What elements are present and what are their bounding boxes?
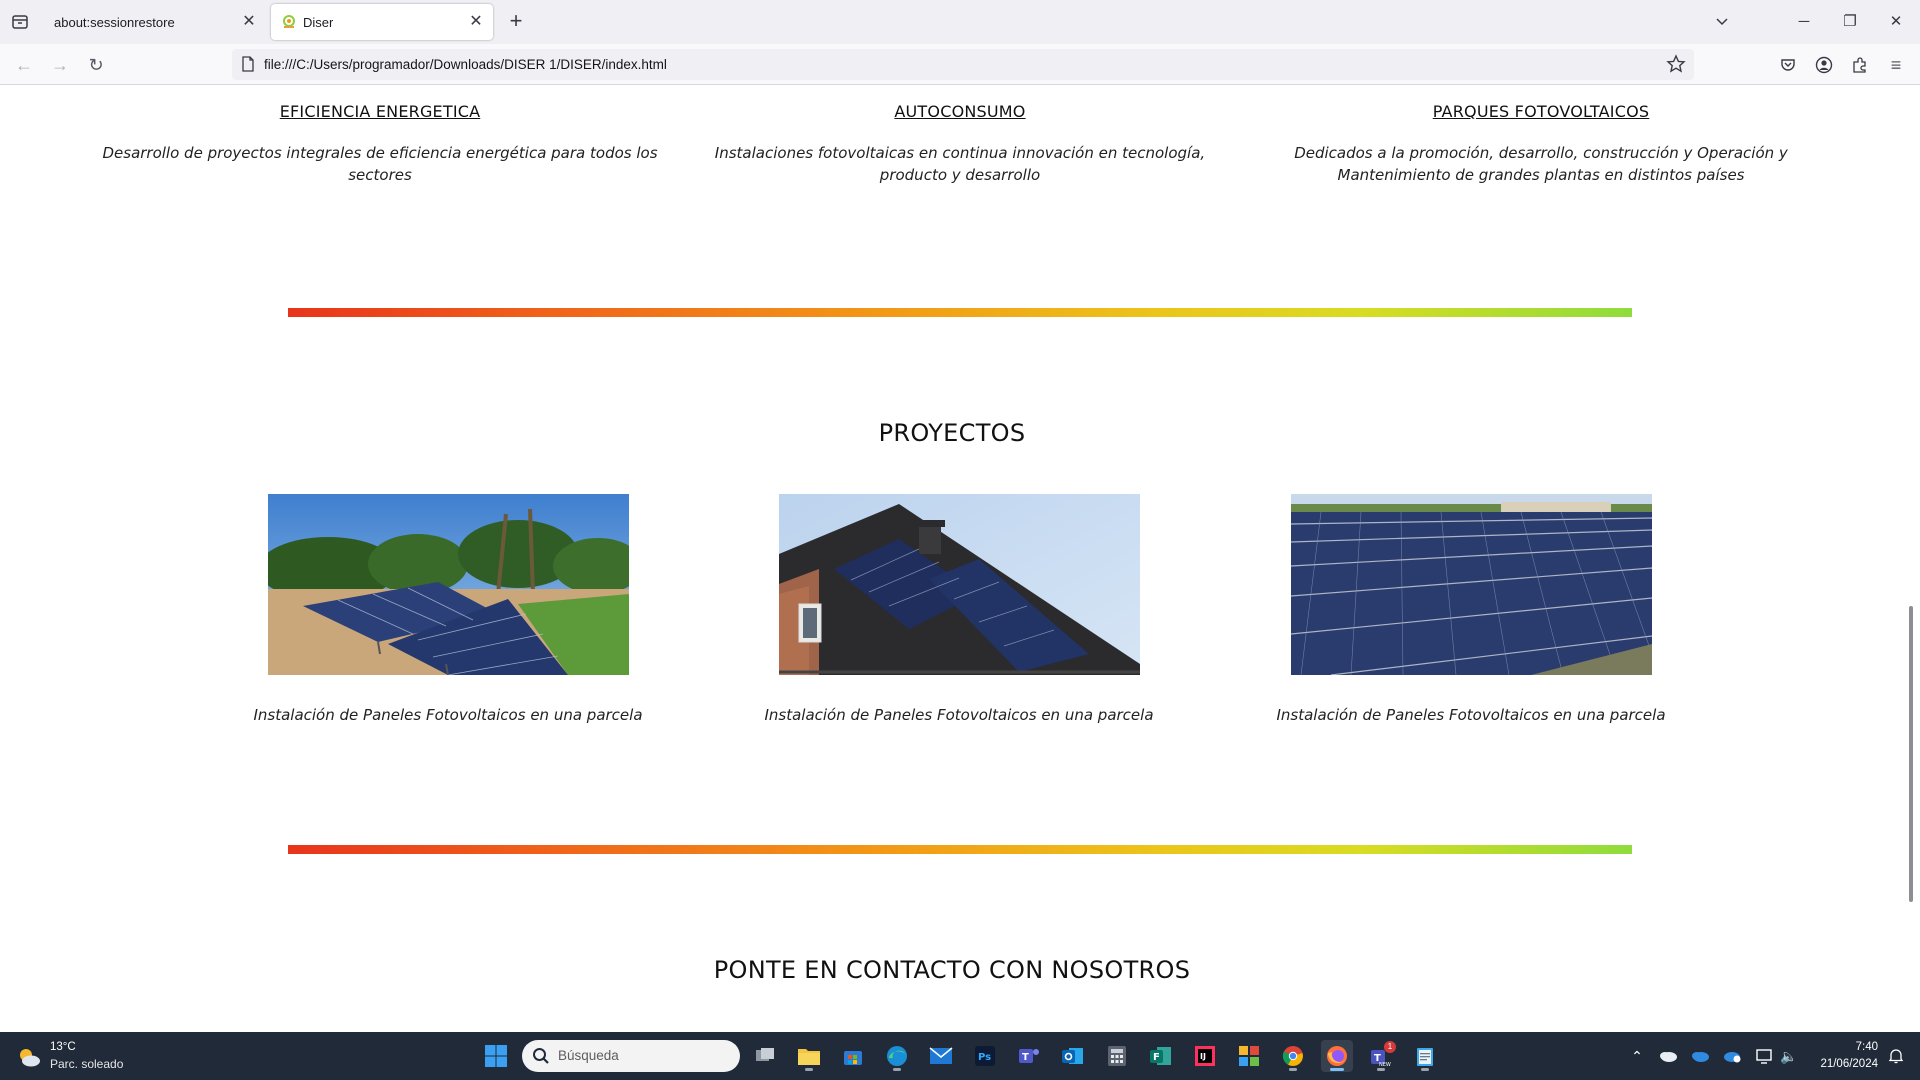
task-view-icon[interactable] <box>749 1040 781 1072</box>
browser-tab-bar: about:sessionrestore ✕ Diser ✕ + ─ ❐ ✕ <box>0 0 1920 44</box>
browser-nav-bar: ← → ↻ file:///C:/Users/programador/Downl… <box>0 44 1920 85</box>
running-indicator <box>1330 1068 1344 1071</box>
back-arrow-icon[interactable]: ← <box>12 53 36 77</box>
account-icon[interactable] <box>1812 53 1836 77</box>
scrollbar-thumb[interactable] <box>1909 606 1913 902</box>
window-close-icon[interactable]: ✕ <box>1882 10 1910 34</box>
list-all-tabs-icon[interactable] <box>1708 10 1736 34</box>
search-icon <box>532 1047 550 1065</box>
running-indicator <box>1289 1068 1297 1071</box>
service-autoconsumo: AUTOCONSUMO Instalaciones fotovoltaicas … <box>680 102 1240 186</box>
web-page: EFICIENCIA ENERGETICA Desarrollo de proy… <box>0 86 1904 1032</box>
minimize-icon[interactable]: ─ <box>1790 10 1818 34</box>
service-description: Dedicados a la promoción, desarrollo, co… <box>1294 144 1788 184</box>
onedrive-business-icon[interactable] <box>1690 1046 1710 1066</box>
svg-text:NEW: NEW <box>1379 1062 1391 1067</box>
project-card: Instalación de Paneles Fotovoltaicos en … <box>764 494 1154 724</box>
pocket-icon[interactable] <box>1776 53 1800 77</box>
teams-icon[interactable]: T <box>1013 1040 1045 1072</box>
svg-text:IJ: IJ <box>1200 1052 1206 1061</box>
projects-heading: PROYECTOS <box>878 419 1026 447</box>
reload-icon[interactable]: ↻ <box>84 53 108 77</box>
notepad-icon[interactable] <box>1409 1040 1441 1072</box>
svg-text:Ps: Ps <box>978 1052 991 1063</box>
network-icon[interactable] <box>1755 1046 1775 1066</box>
gradient-divider <box>288 308 1632 317</box>
chevron-up-icon[interactable]: ⌃ <box>1627 1046 1647 1066</box>
restore-icon[interactable]: ❐ <box>1836 10 1864 34</box>
tab-sessionrestore[interactable]: about:sessionrestore ✕ <box>42 4 266 40</box>
photoshop-icon[interactable]: Ps <box>969 1040 1001 1072</box>
service-title[interactable]: PARQUES FOTOVOLTAICOS <box>1261 102 1821 121</box>
project-image-ground-panels <box>268 494 629 675</box>
project-image-rooftop <box>779 494 1140 675</box>
url-bar[interactable]: file:///C:/Users/programador/Downloads/D… <box>232 49 1694 80</box>
clock-time: 7:40 <box>1855 1041 1878 1053</box>
star-icon[interactable] <box>1666 54 1686 74</box>
tab-title: Diser <box>303 14 334 30</box>
gradient-divider <box>288 845 1632 854</box>
start-menu-tiles-icon[interactable] <box>1233 1040 1265 1072</box>
project-caption: Instalación de Paneles Fotovoltaicos en … <box>253 706 643 724</box>
notifications-icon[interactable] <box>1886 1046 1906 1066</box>
page-icon <box>240 56 256 72</box>
outlook-icon[interactable] <box>1057 1040 1089 1072</box>
running-indicator <box>1421 1068 1429 1071</box>
page-scrollbar[interactable] <box>1904 86 1920 1032</box>
project-image-solar-farm <box>1291 494 1652 675</box>
extensions-icon[interactable] <box>1848 53 1872 77</box>
clock-date: 21/06/2024 <box>1820 1058 1878 1070</box>
project-card: Instalación de Paneles Fotovoltaicos en … <box>253 494 643 724</box>
url-text: file:///C:/Users/programador/Downloads/D… <box>264 57 667 72</box>
close-icon[interactable]: ✕ <box>467 13 485 31</box>
onedrive-personal-icon[interactable] <box>1658 1046 1678 1066</box>
search-placeholder: Búsqueda <box>558 1048 619 1063</box>
microsoft-store-icon[interactable] <box>837 1040 869 1072</box>
windows-start-icon[interactable] <box>484 1044 508 1068</box>
notification-badge: 1 <box>1384 1041 1396 1053</box>
svg-text:F: F <box>1153 1052 1160 1063</box>
tab-list-icon[interactable] <box>8 10 32 34</box>
firefox-icon[interactable] <box>1321 1040 1353 1072</box>
service-eficiencia: EFICIENCIA ENERGETICA Desarrollo de proy… <box>100 102 660 186</box>
running-indicator <box>893 1068 901 1071</box>
taskbar-search[interactable]: Búsqueda <box>522 1040 740 1072</box>
service-title[interactable]: AUTOCONSUMO <box>680 102 1240 121</box>
weather-temperature: 13°C <box>50 1041 76 1053</box>
service-parques: PARQUES FOTOVOLTAICOS Dedicados a la pro… <box>1261 102 1821 186</box>
new-tab-button[interactable]: + <box>504 10 528 34</box>
running-indicator <box>805 1068 813 1071</box>
service-title[interactable]: EFICIENCIA ENERGETICA <box>100 102 660 121</box>
windows-taskbar: 13°C Parc. soleado Búsqueda Ps T F IJ T … <box>0 1032 1920 1080</box>
project-caption: Instalación de Paneles Fotovoltaicos en … <box>1276 706 1666 724</box>
close-icon[interactable]: ✕ <box>240 13 258 31</box>
chrome-icon[interactable] <box>1277 1040 1309 1072</box>
project-caption: Instalación de Paneles Fotovoltaicos en … <box>764 706 1154 724</box>
weather-widget[interactable]: 13°C Parc. soleado <box>16 1040 166 1074</box>
edge-icon[interactable] <box>881 1040 913 1072</box>
tab-title: about:sessionrestore <box>54 14 175 30</box>
forward-arrow-icon[interactable]: → <box>48 53 72 77</box>
weather-condition: Parc. soleado <box>50 1057 124 1071</box>
project-card: Instalación de Paneles Fotovoltaicos en … <box>1276 494 1666 724</box>
contact-heading: PONTE EN CONTACTO CON NOSOTROS <box>713 956 1191 984</box>
mail-icon[interactable] <box>925 1040 957 1072</box>
intellij-icon[interactable]: IJ <box>1189 1040 1221 1072</box>
running-indicator <box>1377 1068 1385 1071</box>
teams-new-icon[interactable]: T NEW 1 <box>1365 1040 1397 1072</box>
service-description: Instalaciones fotovoltaicas en continua … <box>714 144 1206 184</box>
tab-diser[interactable]: Diser ✕ <box>271 4 493 40</box>
svg-text:T: T <box>1022 1052 1029 1063</box>
service-description: Desarrollo de proyectos integrales de ef… <box>102 144 658 184</box>
calculator-icon[interactable] <box>1101 1040 1133 1072</box>
forms-icon[interactable]: F <box>1145 1040 1177 1072</box>
hamburger-menu-icon[interactable]: ≡ <box>1884 53 1908 77</box>
onedrive-sync-icon[interactable] <box>1722 1046 1742 1066</box>
favicon-icon <box>281 14 297 30</box>
volume-icon[interactable]: 🔈 <box>1779 1046 1799 1066</box>
partly-sunny-icon <box>16 1046 42 1068</box>
file-explorer-icon[interactable] <box>793 1040 825 1072</box>
taskbar-clock[interactable]: 7:40 21/06/2024 <box>1808 1039 1878 1073</box>
